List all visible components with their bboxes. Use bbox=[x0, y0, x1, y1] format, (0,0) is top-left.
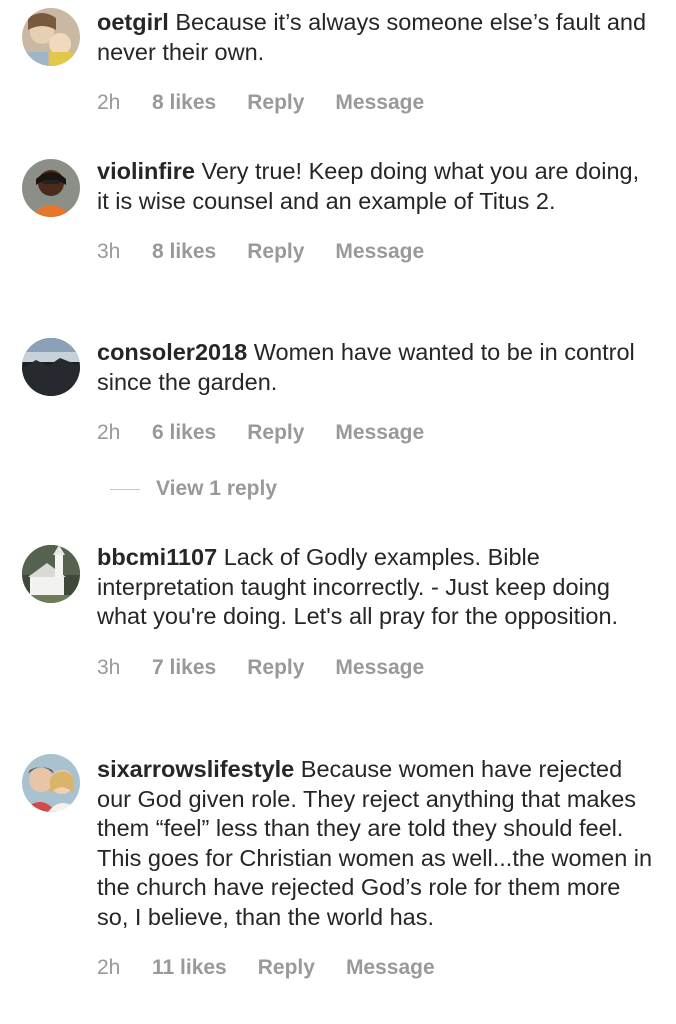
avatar[interactable] bbox=[22, 159, 80, 217]
avatar-photo-icon bbox=[22, 338, 80, 396]
avatar[interactable] bbox=[22, 338, 80, 396]
comment-text: violinfire Very true! Keep doing what yo… bbox=[97, 157, 657, 216]
reply-button[interactable]: Reply bbox=[247, 240, 304, 264]
username-link[interactable]: sixarrowslifestyle bbox=[97, 756, 294, 782]
username-link[interactable]: bbcmi1107 bbox=[97, 544, 217, 570]
avatar[interactable] bbox=[22, 545, 80, 603]
timestamp: 3h bbox=[97, 240, 121, 263]
comment-text: oetgirl Because it’s always someone else… bbox=[97, 8, 657, 67]
comment-body: consoler2018 Women have wanted to be in … bbox=[97, 338, 657, 447]
timestamp: 2h bbox=[97, 956, 121, 979]
comment-content: Because it’s always someone else’s fault… bbox=[97, 9, 647, 65]
likes-count[interactable]: 6 likes bbox=[152, 421, 216, 445]
comment-text: bbcmi1107 Lack of Godly examples. Bible … bbox=[97, 543, 657, 632]
avatar-photo-icon bbox=[22, 8, 80, 66]
divider bbox=[110, 488, 140, 490]
timestamp: 2h bbox=[97, 421, 121, 444]
likes-count[interactable]: 8 likes bbox=[152, 91, 216, 115]
comment-text: consoler2018 Women have wanted to be in … bbox=[97, 338, 657, 397]
message-button[interactable]: Message bbox=[335, 240, 424, 264]
reply-button[interactable]: Reply bbox=[258, 956, 315, 980]
comment-meta: 2h 6 likes Reply Message bbox=[97, 419, 657, 447]
likes-count[interactable]: 11 likes bbox=[152, 956, 227, 980]
username-link[interactable]: consoler2018 bbox=[97, 339, 247, 365]
comment-meta: 3h 8 likes Reply Message bbox=[97, 238, 657, 266]
likes-count[interactable]: 7 likes bbox=[152, 656, 216, 680]
avatar[interactable] bbox=[22, 754, 80, 812]
comment-body: oetgirl Because it’s always someone else… bbox=[97, 8, 657, 117]
message-button[interactable]: Message bbox=[346, 956, 435, 980]
avatar[interactable] bbox=[22, 8, 80, 66]
comment-body: violinfire Very true! Keep doing what yo… bbox=[97, 157, 657, 266]
username-link[interactable]: oetgirl bbox=[97, 9, 169, 35]
message-button[interactable]: Message bbox=[335, 421, 424, 445]
comment-body: bbcmi1107 Lack of Godly examples. Bible … bbox=[97, 543, 657, 682]
comment-meta: 2h 8 likes Reply Message bbox=[97, 89, 657, 117]
avatar-photo-icon bbox=[22, 159, 80, 217]
reply-button[interactable]: Reply bbox=[247, 656, 304, 680]
timestamp: 3h bbox=[97, 655, 121, 679]
comment-body: sixarrowslifestyle Because women have re… bbox=[97, 755, 657, 982]
reply-button[interactable]: Reply bbox=[247, 421, 304, 445]
timestamp: 2h bbox=[97, 91, 121, 114]
comment-content: Because women have rejected our God give… bbox=[97, 756, 653, 930]
comment-text: sixarrowslifestyle Because women have re… bbox=[97, 755, 657, 932]
message-button[interactable]: Message bbox=[335, 91, 424, 115]
avatar-photo-icon bbox=[22, 545, 80, 603]
message-button[interactable]: Message bbox=[335, 656, 424, 680]
likes-count[interactable]: 8 likes bbox=[152, 240, 216, 264]
avatar-photo-icon bbox=[22, 754, 80, 812]
username-link[interactable]: violinfire bbox=[97, 158, 195, 184]
comment-meta: 2h 11 likes Reply Message bbox=[97, 954, 657, 982]
reply-button[interactable]: Reply bbox=[247, 91, 304, 115]
view-replies-button[interactable]: View 1 reply bbox=[110, 477, 277, 501]
comment-meta: 3h 7 likes Reply Message bbox=[97, 654, 657, 682]
view-replies-label: View 1 reply bbox=[156, 477, 278, 500]
